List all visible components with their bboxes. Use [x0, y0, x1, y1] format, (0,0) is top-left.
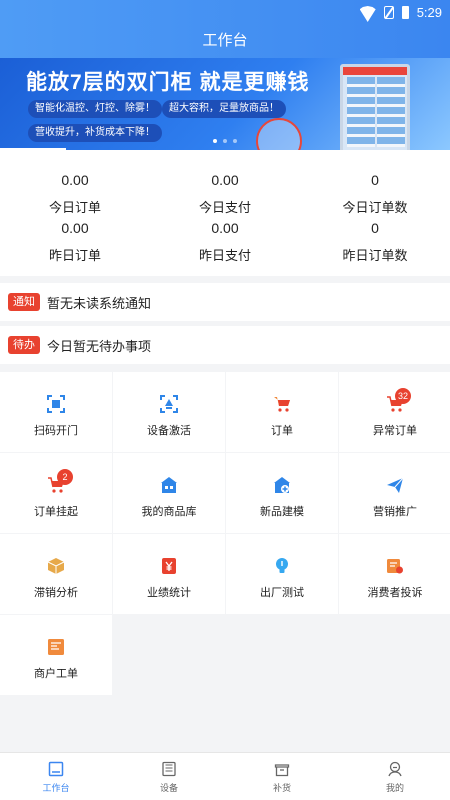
workbench-icon: [48, 761, 64, 777]
banner-pill: 超大容积，足量放商品！: [162, 100, 286, 118]
banner-pill: 营收提升，补货成本下降！: [28, 124, 162, 142]
stat-today-order: 0.00 今日订单: [0, 172, 150, 216]
store-icon: [161, 477, 177, 493]
stat-label: 昨日订单: [48, 248, 101, 263]
grid-item-merchant-work-order[interactable]: 商户工单: [0, 615, 112, 695]
banner-dot[interactable]: [213, 139, 217, 143]
banner-dot[interactable]: [223, 139, 227, 143]
grid-item-label: 扫码开门: [34, 425, 78, 437]
tab-label: 工作台: [42, 783, 70, 793]
grid-item-marketing[interactable]: 营销推广: [339, 453, 450, 533]
grid-item-label: 设备激活: [147, 425, 191, 437]
paper-plane-icon: [387, 477, 404, 493]
banner-pill: 智能化温控、灯控、除雾！: [28, 100, 162, 118]
grid-item-label: 消费者投诉: [367, 587, 423, 599]
grid-item-device-activate[interactable]: 设备激活: [113, 372, 225, 452]
grid-item-new-product-modeling[interactable]: 新品建模: [226, 453, 338, 533]
promo-banner[interactable]: 能放7层的双门柜 就是更赚钱 智能化温控、灯控、除雾！ 超大容积，足量放商品！ …: [0, 58, 450, 150]
stat-value: 0.00: [61, 172, 89, 188]
box-icon: [47, 558, 65, 574]
device-icon: [162, 761, 176, 777]
banner-dot[interactable]: [233, 139, 237, 143]
grid-item-orders[interactable]: 订单: [226, 372, 338, 452]
grid-item-label: 商户工单: [34, 668, 78, 680]
header-bar: 5:29 工作台: [0, 0, 450, 58]
cart-icon: [274, 397, 290, 412]
stat-label: 今日订单: [48, 200, 101, 215]
system-notice-row[interactable]: 通知 暂无未读系统通知: [0, 283, 450, 321]
complaint-icon: [387, 559, 403, 574]
grid-item-order-suspend[interactable]: 2 订单挂起: [0, 453, 112, 533]
activate-icon: [160, 395, 178, 413]
grid-item-label: 新品建模: [260, 506, 304, 518]
tab-label: 补货: [272, 783, 291, 793]
grid-item-factory-test[interactable]: 出厂测试: [226, 534, 338, 614]
banner-headline: 能放7层的双门柜 就是更赚钱: [26, 71, 310, 94]
stat-label: 昨日支付: [198, 248, 251, 263]
stat-yesterday-order: 0.00 昨日订单: [0, 220, 150, 264]
grid-item-label: 订单: [271, 425, 293, 437]
stat-value: 0: [371, 220, 379, 236]
tab-label: 我的: [385, 783, 404, 793]
grid-item-label: 异常订单: [373, 425, 417, 437]
tab-devices[interactable]: 设备: [113, 753, 225, 800]
tab-restock[interactable]: 补货: [226, 753, 338, 800]
stats-panel: 0.00 今日订单 0.00 今日支付 0 今日订单数 0.00 昨日订单 0.…: [0, 150, 450, 276]
stat-yesterday-payment: 0.00 昨日支付: [150, 220, 300, 264]
work-order-icon: [48, 639, 64, 655]
bottom-tab-bar: 工作台 设备 补货 我的: [0, 752, 450, 800]
grid-item-my-products[interactable]: 我的商品库: [113, 453, 225, 533]
wifi-icon: [360, 6, 376, 18]
grid-item-slow-sales[interactable]: 滞销分析: [0, 534, 112, 614]
grid-item-label: 业绩统计: [147, 587, 191, 599]
abnormal-order-badge: 32: [395, 388, 412, 404]
stat-label: 今日订单数: [342, 200, 408, 215]
notice-tag: 通知: [8, 293, 40, 311]
stat-label: 今日支付: [198, 200, 251, 215]
grid-item-consumer-complaint[interactable]: 消费者投诉: [339, 534, 450, 614]
function-grid: 扫码开门 设备激活 订单 32 异常订单 2 订单挂起 我的商品库 新品建模 营…: [0, 372, 450, 695]
battery-icon: [401, 5, 409, 19]
tab-workbench[interactable]: 工作台: [0, 753, 112, 800]
no-sim-icon: [383, 5, 394, 19]
stat-value: 0.00: [211, 172, 239, 188]
grid-item-label: 订单挂起: [34, 506, 78, 518]
todo-tag: 待办: [8, 336, 40, 354]
grid-item-label: 出厂测试: [260, 587, 304, 599]
grid-item-abnormal-orders[interactable]: 32 异常订单: [339, 372, 450, 452]
tab-label: 设备: [159, 783, 178, 793]
new-product-icon: [274, 477, 290, 493]
banner-pagination[interactable]: [213, 139, 237, 143]
grid-item-label: 营销推广: [373, 506, 417, 518]
grid-item-scan-open[interactable]: 扫码开门: [0, 372, 112, 452]
stat-value: 0: [371, 172, 379, 188]
fridge-image: [340, 64, 410, 150]
tab-profile[interactable]: 我的: [339, 753, 450, 800]
todo-text: 今日暂无待办事项: [47, 338, 152, 354]
restock-icon: [274, 764, 290, 777]
stat-today-payment: 0.00 今日支付: [150, 172, 300, 216]
notice-text: 暂无未读系统通知: [47, 295, 152, 311]
stat-label: 昨日订单数: [342, 248, 408, 263]
status-time: 5:29: [416, 4, 442, 20]
stat-yesterday-order-count: 0 昨日订单数: [300, 220, 450, 264]
stat-value: 0.00: [211, 220, 239, 236]
page-title: 工作台: [202, 32, 248, 49]
grid-item-label: 我的商品库: [141, 506, 197, 518]
stat-value: 0.00: [61, 220, 89, 236]
bulb-icon: [276, 558, 288, 573]
scan-icon: [47, 395, 65, 413]
grid-item-performance[interactable]: 业绩统计: [113, 534, 225, 614]
suspend-order-badge: 2: [57, 469, 73, 485]
status-bar: 5:29: [360, 3, 442, 21]
grid-item-label: 滞销分析: [34, 587, 78, 599]
yen-icon: [162, 558, 176, 574]
profile-icon: [388, 761, 402, 777]
todo-notice-row[interactable]: 待办 今日暂无待办事项: [0, 326, 450, 364]
quality-stamp-icon: [256, 118, 302, 150]
stat-today-order-count: 0 今日订单数: [300, 172, 450, 216]
